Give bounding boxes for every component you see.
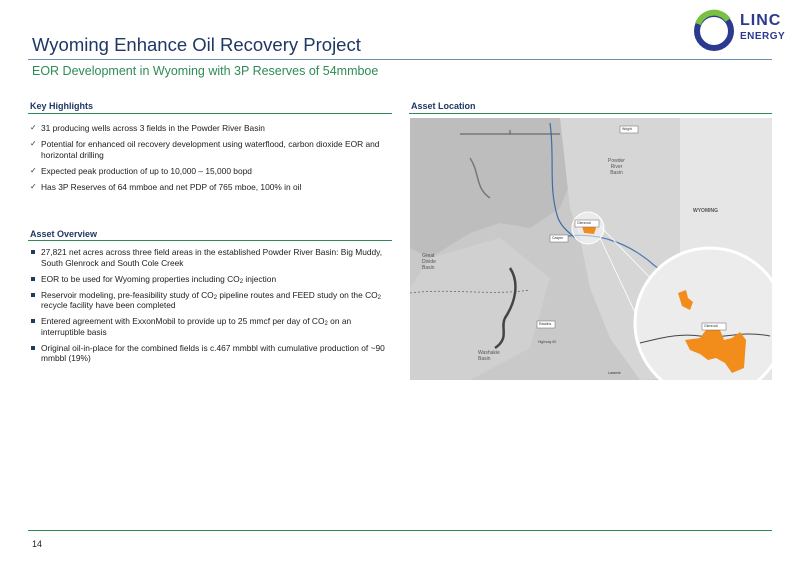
list-item: 31 producing wells across 3 fields in th… — [30, 123, 392, 134]
asset-overview-rule — [28, 240, 392, 241]
wyoming-map — [410, 118, 772, 380]
map-label-wright: Wright — [622, 127, 633, 131]
key-highlights-heading: Key Highlights — [30, 101, 94, 111]
map-label-wyoming: WYOMING — [693, 208, 718, 214]
map-label-laramie: Laramie — [608, 371, 621, 375]
list-item: Original oil-in-place for the combined f… — [30, 343, 392, 364]
map-label-powder-river: Powder River Basin — [608, 158, 625, 176]
list-item: EOR to be used for Wyoming properties in… — [30, 274, 392, 285]
list-item: Reservoir modeling, pre-feasibility stud… — [30, 290, 392, 311]
key-highlights-list: 31 producing wells across 3 fields in th… — [30, 123, 392, 198]
page-number: 14 — [32, 539, 43, 549]
map-label-glenrock: Glenrock — [577, 221, 592, 225]
map-label-great-divide: Great Divide Basin — [422, 253, 436, 271]
title-divider — [28, 59, 772, 60]
list-item: Has 3P Reserves of 64 mmboe and net PDP … — [30, 182, 392, 193]
map-label-highway: Highway 80 — [538, 340, 557, 344]
logo-text-energy: ENERGY — [740, 31, 786, 42]
map-label-casper: Casper — [552, 236, 564, 240]
asset-overview-list: 27,821 net acres across three field area… — [30, 247, 392, 369]
page-subtitle: EOR Development in Wyoming with 3P Reser… — [32, 64, 379, 78]
list-item: Entered agreement with ExxonMobil to pro… — [30, 316, 392, 337]
list-item: 27,821 net acres across three field area… — [30, 247, 392, 268]
map-label-rawlins: Rawlins — [539, 322, 552, 326]
asset-location-map: Powder River Basin WYOMING Great Divide … — [410, 118, 772, 380]
page-title: Wyoming Enhance Oil Recovery Project — [32, 34, 361, 55]
list-item: Expected peak production of up to 10,000… — [30, 166, 392, 177]
asset-overview-heading: Asset Overview — [30, 229, 98, 239]
map-label-glenrock-inset: Glenrock — [704, 324, 719, 328]
asset-location-heading: Asset Location — [411, 101, 476, 111]
asset-location-rule — [409, 113, 772, 114]
key-highlights-rule — [28, 113, 392, 114]
map-label-washakie: Washakie Basin — [478, 350, 500, 362]
logo-text-linc: LINC — [740, 12, 782, 29]
footer-divider — [28, 530, 772, 531]
list-item: Potential for enhanced oil recovery deve… — [30, 139, 392, 160]
